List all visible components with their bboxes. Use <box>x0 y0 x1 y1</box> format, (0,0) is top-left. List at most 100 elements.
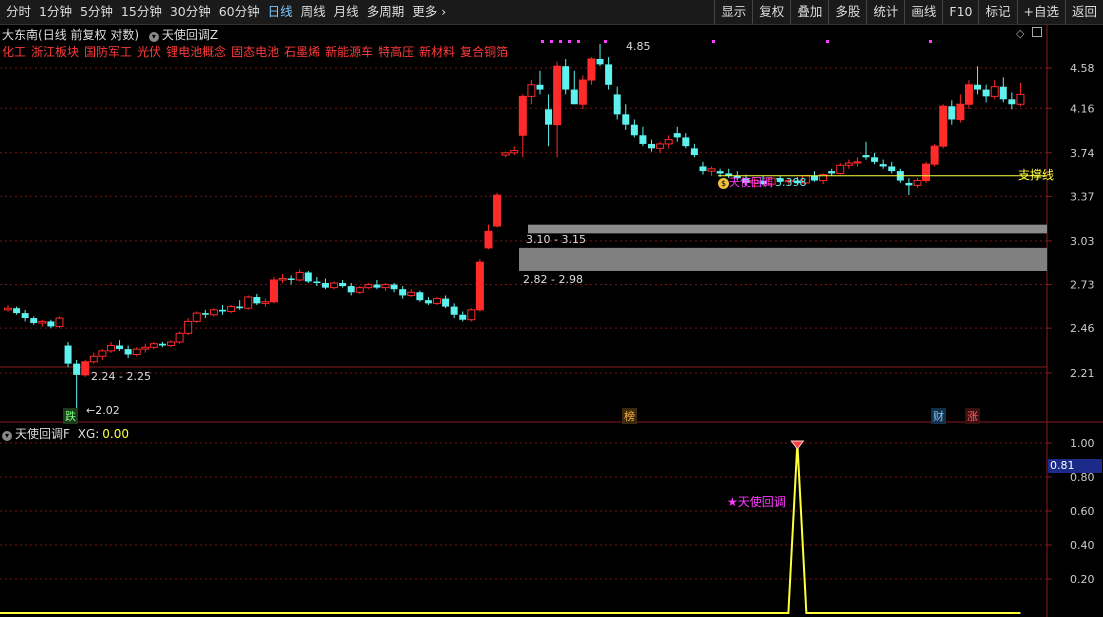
concept-tag[interactable]: 复合铜箔 <box>460 45 508 59</box>
concept-tag[interactable]: 新材料 <box>419 45 455 59</box>
candle-body <box>605 64 613 85</box>
candle-body <box>98 350 107 357</box>
tab-30min[interactable]: 30分钟 <box>166 0 215 24</box>
tab-1min[interactable]: 1分钟 <box>35 0 76 24</box>
candle-body <box>89 355 98 363</box>
candle-body <box>1008 99 1016 105</box>
candle-body <box>553 65 562 126</box>
angel-main-label: 天使回调 <box>729 176 773 189</box>
display-button[interactable]: 显示 <box>714 0 752 24</box>
price-tick: 3.74 <box>1070 147 1095 160</box>
concept-tag[interactable]: 锂电池概念 <box>166 45 226 59</box>
candle-body <box>664 139 673 145</box>
low-label: ←2.02 <box>86 404 120 417</box>
back-button[interactable]: 返回 <box>1064 0 1103 24</box>
sub-marker-label: 天使回调 <box>737 495 786 509</box>
kline-chart[interactable]: 4.58 4.16 3.74 3.37 3.03 2.73 2.46 2.21 1.00 0.8… <box>0 25 1103 617</box>
mark-button[interactable]: 标记 <box>978 0 1016 24</box>
candle-body <box>999 86 1007 100</box>
cursor-value-label: 0.81 <box>1048 459 1102 473</box>
tab-multi-period[interactable]: 多周期 <box>363 0 409 24</box>
tab-more[interactable]: 更多 › <box>408 0 450 24</box>
candle-body <box>930 145 939 165</box>
candle-body <box>475 261 484 311</box>
overlay-button[interactable]: 叠加 <box>790 0 828 24</box>
concept-tag[interactable]: 浙江板块 <box>31 45 79 59</box>
concept-tag[interactable]: 特高压 <box>378 45 414 59</box>
diamond-icon[interactable]: ◇ <box>1016 27 1024 40</box>
candle-body <box>55 317 64 327</box>
sub-toggle-icon[interactable]: ▾ <box>2 431 12 441</box>
stock-header: 大东南(日线 前复权 对数) ▾ 天使回调Z <box>2 26 218 43</box>
candle-body <box>73 363 81 375</box>
f10-button[interactable]: F10 <box>942 0 978 24</box>
candle-body <box>527 84 536 97</box>
candle-body <box>433 298 441 304</box>
statistics-button[interactable]: 统计 <box>866 0 904 24</box>
candle-body <box>811 175 819 181</box>
tab-monthly[interactable]: 月线 <box>330 0 363 24</box>
draw-line-button[interactable]: 画线 <box>904 0 942 24</box>
concept-tag[interactable]: 新能源车 <box>325 45 373 59</box>
signal-dot <box>929 40 932 43</box>
tab-fenshi[interactable]: 分时 <box>2 0 35 24</box>
candle-body <box>630 124 638 136</box>
add-watchlist-button[interactable]: +自选 <box>1016 0 1065 24</box>
candle-body <box>442 298 450 307</box>
restore-rights-button[interactable]: 复权 <box>752 0 790 24</box>
badge-zhang[interactable]: 涨 <box>965 408 980 424</box>
candle-body <box>175 332 184 343</box>
price-tick: 2.73 <box>1070 279 1095 292</box>
tab-daily[interactable]: 日线 <box>264 0 297 24</box>
candle-body <box>613 94 621 115</box>
candle-body <box>871 157 879 162</box>
tab-weekly[interactable]: 周线 <box>297 0 330 24</box>
price-tick: 2.21 <box>1070 367 1095 380</box>
candle-body <box>253 297 261 304</box>
candle-body <box>184 320 193 334</box>
candle-body <box>459 314 467 320</box>
candle-body <box>536 84 544 90</box>
candle-body <box>21 313 29 319</box>
candle-body <box>707 168 716 172</box>
zone-band <box>528 224 1047 234</box>
tab-60min[interactable]: 60分钟 <box>215 0 264 24</box>
stock-name: 大东南 <box>2 28 39 42</box>
concept-tag[interactable]: 光伏 <box>137 45 161 59</box>
candle-body <box>982 89 990 97</box>
sub-header: ▾ 天使回调F XG: 0.00 <box>2 425 129 442</box>
support-label: 支撑线 <box>1018 168 1055 182</box>
tab-15min[interactable]: 15分钟 <box>117 0 166 24</box>
candle-body <box>132 348 141 355</box>
signal-dot <box>559 40 562 43</box>
indicator-toggle-icon[interactable]: ▾ <box>148 32 159 42</box>
candle-body <box>622 114 630 125</box>
concept-tag[interactable]: 固态电池 <box>231 45 279 59</box>
badge-cai[interactable]: 财 <box>931 408 946 424</box>
badge-bang[interactable]: 榜 <box>622 408 637 424</box>
candle-body <box>913 180 922 186</box>
price-tick: 4.58 <box>1070 62 1095 75</box>
candle-body <box>939 105 948 147</box>
candle-body <box>30 318 38 324</box>
candle-body <box>673 133 681 138</box>
concept-tag[interactable]: 国防军工 <box>84 45 132 59</box>
badge-die[interactable]: 跌 <box>63 408 78 424</box>
candle-body <box>656 143 665 149</box>
concept-tag[interactable]: 化工 <box>2 45 26 59</box>
candle-body <box>990 86 999 97</box>
zone-band <box>519 247 1047 271</box>
candle-body <box>888 166 896 172</box>
square-icon[interactable] <box>1031 27 1042 37</box>
signal-dot <box>541 40 544 43</box>
candle-body <box>545 109 553 125</box>
candle-body <box>339 283 347 287</box>
tab-5min[interactable]: 5分钟 <box>76 0 117 24</box>
candle-body <box>192 312 201 322</box>
candle-body <box>639 135 647 144</box>
signal-dot <box>826 40 829 43</box>
candle-body <box>956 103 965 120</box>
multi-stock-button[interactable]: 多股 <box>828 0 866 24</box>
concept-tag[interactable]: 石墨烯 <box>284 45 320 59</box>
high-label: 4.85 <box>626 40 651 53</box>
